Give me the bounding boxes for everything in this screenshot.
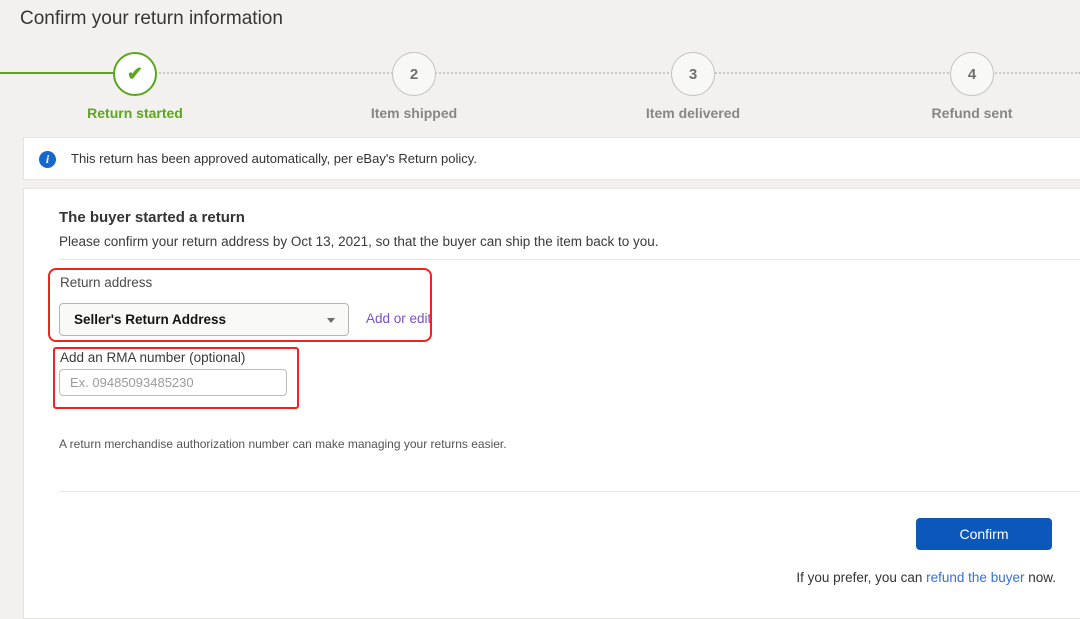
chevron-down-icon	[327, 318, 335, 323]
step-label-refund-sent: Refund sent	[932, 105, 1013, 121]
divider	[59, 259, 1080, 260]
refund-the-buyer-link[interactable]: refund the buyer	[926, 570, 1024, 585]
step-label-item-shipped: Item shipped	[371, 105, 457, 121]
divider	[59, 491, 1080, 492]
info-banner: i This return has been approved automati…	[23, 137, 1080, 180]
confirm-button[interactable]: Confirm	[916, 518, 1052, 550]
step-number-circle: 4	[950, 52, 994, 96]
check-icon: ✔	[113, 52, 157, 96]
rma-number-input[interactable]	[59, 369, 287, 396]
step-number: 3	[689, 66, 697, 83]
page-title: Confirm your return information	[20, 8, 283, 30]
step-number-circle: 2	[392, 52, 436, 96]
return-progress-stepper: ✔ Return started 2 Item shipped 3 Item d…	[0, 44, 1080, 130]
check-glyph: ✔	[127, 63, 143, 86]
step-number-circle: 3	[671, 52, 715, 96]
info-glyph: i	[46, 152, 49, 166]
refund-footer-text: If you prefer, you can refund the buyer …	[652, 570, 1056, 585]
stepper-step-item-delivered: 3 Item delivered	[593, 44, 793, 121]
return-address-select[interactable]: Seller's Return Address	[59, 303, 349, 336]
footer-prefix: If you prefer, you can	[796, 570, 926, 585]
step-number: 4	[968, 66, 976, 83]
stepper-step-refund-sent: 4 Refund sent	[872, 44, 1072, 121]
step-number: 2	[410, 66, 418, 83]
step-label-item-delivered: Item delivered	[646, 105, 740, 121]
return-address-label: Return address	[60, 275, 152, 290]
stepper-step-item-shipped: 2 Item shipped	[314, 44, 514, 121]
panel-heading: The buyer started a return	[59, 209, 245, 226]
stepper-step-return-started: ✔ Return started	[35, 44, 235, 121]
panel-subheading: Please confirm your return address by Oc…	[59, 234, 659, 249]
return-details-panel: The buyer started a return Please confir…	[23, 188, 1080, 619]
footer-suffix: now.	[1024, 570, 1056, 585]
return-address-selected-value: Seller's Return Address	[74, 304, 226, 335]
rma-number-label: Add an RMA number (optional)	[60, 350, 245, 365]
info-icon: i	[39, 151, 56, 168]
step-label-return-started: Return started	[87, 105, 183, 121]
rma-help-text: A return merchandise authorization numbe…	[59, 437, 507, 451]
add-or-edit-link[interactable]: Add or edit	[366, 311, 431, 326]
info-banner-text: This return has been approved automatica…	[71, 138, 477, 180]
